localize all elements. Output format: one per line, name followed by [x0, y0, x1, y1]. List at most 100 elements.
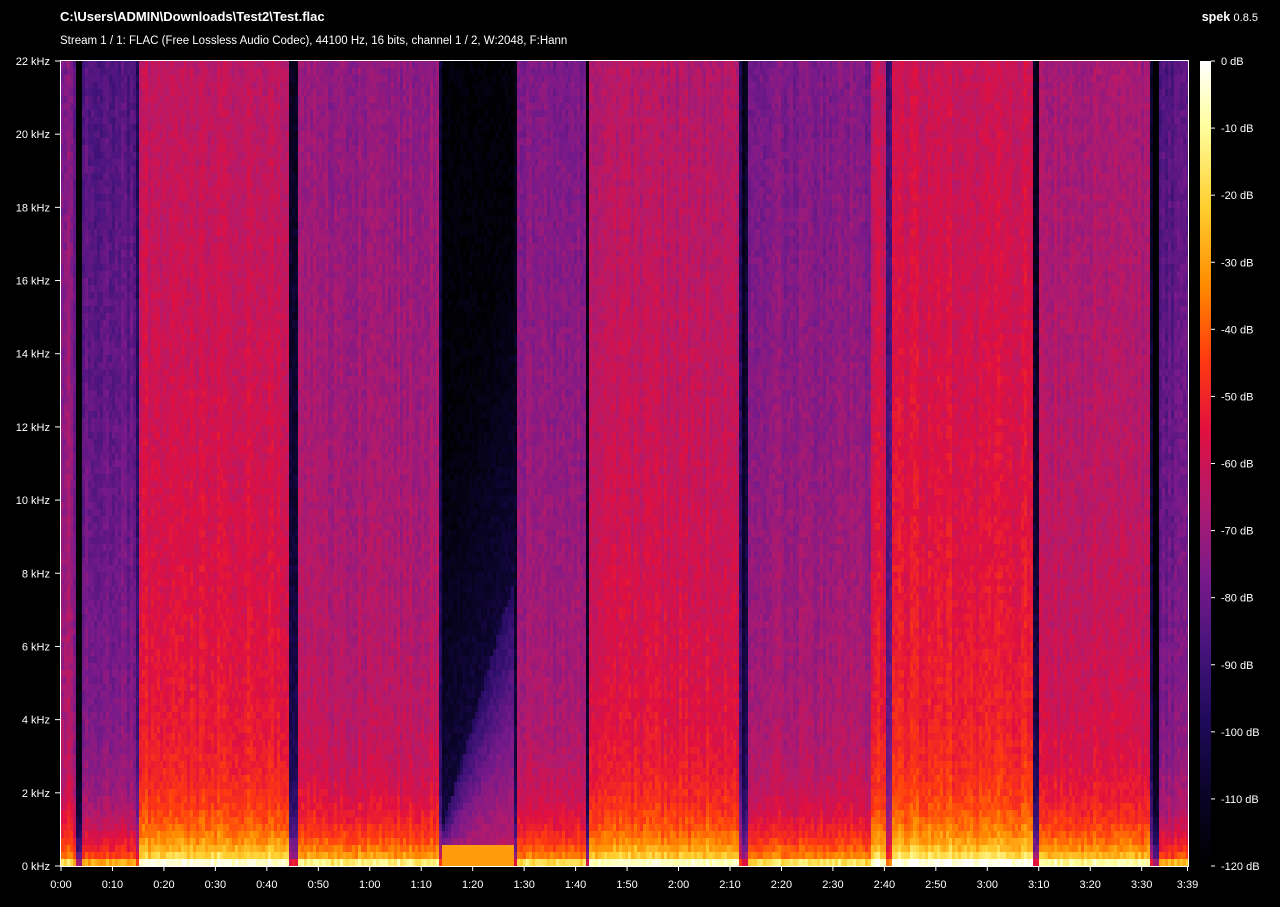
spectrogram-cell	[91, 299, 95, 307]
spectrogram-cell	[106, 159, 110, 167]
spectrogram-cell	[133, 691, 137, 699]
spectrogram-cell	[121, 775, 125, 783]
spectrogram-cell	[175, 376, 179, 384]
spectrogram-cell	[88, 264, 92, 272]
spectrogram-cell	[88, 558, 92, 566]
spectrogram-cell	[88, 362, 92, 370]
spectrogram-cell	[73, 845, 77, 853]
spectrogram-cell	[175, 411, 179, 419]
spectrogram-cell	[133, 236, 137, 244]
spectrogram-cell	[184, 656, 188, 664]
spectrogram-cell	[73, 537, 77, 545]
spectrogram-cell	[88, 481, 92, 489]
spectrogram-cell	[73, 586, 77, 594]
spectrogram-cell	[103, 530, 107, 538]
spectrogram-cell	[64, 397, 68, 405]
spectrogram-cell	[151, 551, 155, 559]
spectrogram-cell	[94, 663, 98, 671]
spectrogram-cell	[148, 523, 152, 531]
spectrogram-cell	[76, 222, 80, 230]
spectrogram-cell	[139, 432, 143, 440]
spectrogram-cell	[70, 621, 74, 629]
spectrogram-cell	[169, 796, 173, 804]
spectrogram-cell	[61, 320, 65, 328]
spectrogram-cell	[157, 418, 161, 426]
spectrogram-cell	[169, 600, 173, 608]
spectrogram-cell	[64, 194, 68, 202]
spectrogram-cell	[118, 726, 122, 734]
spectrogram-cell	[76, 551, 80, 559]
spectrogram-cell	[184, 516, 188, 524]
spectrogram-cell	[76, 740, 80, 748]
spectrogram-cell	[142, 383, 146, 391]
spectrogram-cell	[127, 236, 131, 244]
spectrogram-cell	[166, 299, 170, 307]
spectrogram-cell	[109, 404, 113, 412]
spectrogram-cell	[133, 859, 137, 866]
spectrogram-cell	[112, 817, 116, 825]
spectrogram-cell	[145, 250, 149, 258]
spectrogram-cell	[157, 61, 161, 69]
spectrogram-cell	[145, 383, 149, 391]
spectrogram-cell	[76, 593, 80, 601]
spectrogram-cell	[127, 621, 131, 629]
spectrogram-cell	[109, 754, 113, 762]
spectrogram-cell	[61, 754, 65, 762]
spectrogram-cell	[70, 747, 74, 755]
spectrogram-cell	[181, 75, 185, 83]
spectrogram-cell	[160, 789, 164, 797]
spectrogram-cell	[127, 201, 131, 209]
spectrogram-cell	[187, 201, 191, 209]
spectrogram-cell	[118, 488, 122, 496]
spectrogram-cell	[181, 320, 185, 328]
spectrogram-cell	[103, 831, 107, 839]
spectrogram-cell	[139, 243, 143, 251]
spectrogram-cell	[127, 131, 131, 139]
spectrogram-cell	[103, 425, 107, 433]
spectrogram-cell	[118, 544, 122, 552]
spectrogram-cell	[151, 138, 155, 146]
spectrogram-cell	[61, 747, 65, 755]
spectrogram-cell	[139, 614, 143, 622]
spectrogram-cell	[157, 327, 161, 335]
spectrogram-cell	[151, 677, 155, 685]
spectrogram-cell	[106, 845, 110, 853]
spectrogram-cell	[106, 96, 110, 104]
spectrogram-cell	[187, 439, 191, 447]
spectrogram-cell	[127, 656, 131, 664]
spectrogram-cell	[76, 159, 80, 167]
spectrogram-cell	[85, 733, 89, 741]
spectrogram-cell	[142, 523, 146, 531]
spectrogram-cell	[85, 572, 89, 580]
spectrogram-cell	[139, 656, 143, 664]
spectrogram-cell	[85, 180, 89, 188]
spectrogram-cell	[175, 831, 179, 839]
spectrogram-cell	[151, 432, 155, 440]
spectrogram-cell	[160, 215, 164, 223]
spectrogram-cell	[91, 243, 95, 251]
spectrogram-cell	[118, 845, 122, 853]
spectrogram-cell	[67, 285, 71, 293]
spectrogram-cell	[70, 600, 74, 608]
spectrogram-cell	[76, 145, 80, 153]
spectrogram-cell	[94, 712, 98, 720]
spectrogram-cell	[190, 264, 194, 272]
spectrogram-cell	[97, 320, 101, 328]
spectrogram-cell	[184, 705, 188, 713]
spectrogram-cell	[109, 516, 113, 524]
spectrogram-cell	[133, 453, 137, 461]
spectrogram-cell	[181, 446, 185, 454]
spectrogram-cell	[157, 579, 161, 587]
spectrogram-cell	[181, 474, 185, 482]
spectrogram-cell	[172, 530, 176, 538]
spectrogram-cell	[112, 691, 116, 699]
spectrogram-cell	[178, 495, 182, 503]
spectrogram-cell	[169, 376, 173, 384]
spectrogram-cell	[67, 110, 71, 118]
spectrogram-cell	[85, 453, 89, 461]
spectrogram-cell	[151, 537, 155, 545]
spectrogram-cell	[100, 187, 104, 195]
spectrogram-cell	[187, 131, 191, 139]
spectrogram-cell	[109, 355, 113, 363]
spectrogram-cell	[85, 642, 89, 650]
